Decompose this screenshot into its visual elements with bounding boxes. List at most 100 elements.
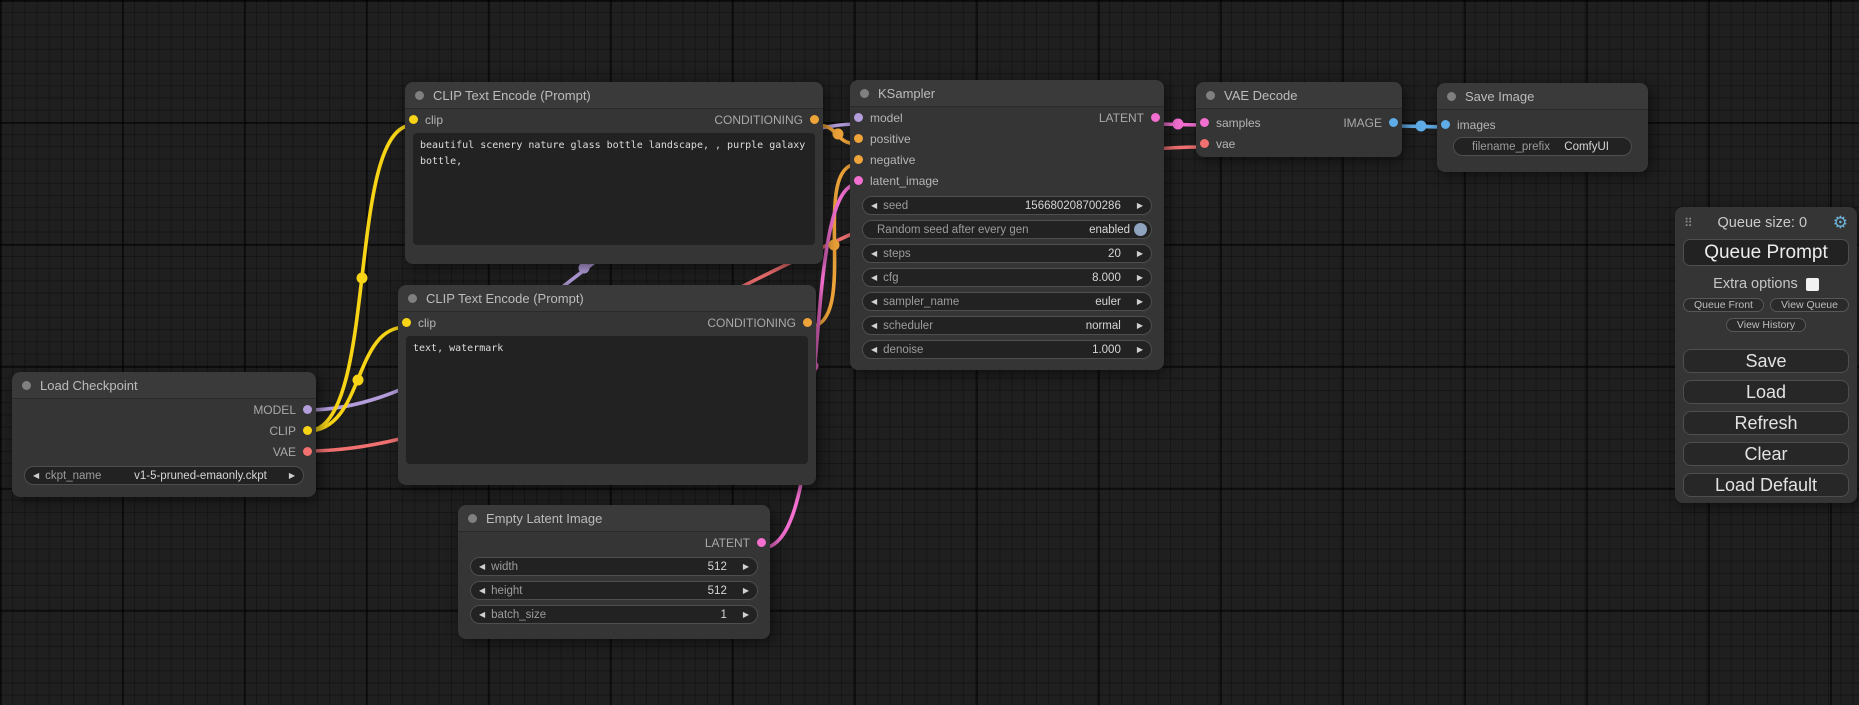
widget-scheduler[interactable]: ◀ scheduler normal ▶ xyxy=(862,316,1152,335)
node-header[interactable]: Save Image xyxy=(1437,83,1648,110)
model-output-dot[interactable] xyxy=(303,405,312,414)
model-input-dot[interactable] xyxy=(854,113,863,122)
view-history-button[interactable]: View History xyxy=(1726,318,1806,332)
widget-steps[interactable]: ◀ steps 20 ▶ xyxy=(862,244,1152,263)
node-header[interactable]: Load Checkpoint xyxy=(12,372,316,399)
latent-image-input-dot[interactable] xyxy=(854,176,863,185)
toggle-knob-icon[interactable] xyxy=(1134,223,1147,236)
decrement-arrow-icon[interactable]: ◀ xyxy=(479,611,485,619)
positive-input-dot[interactable] xyxy=(854,134,863,143)
increment-arrow-icon[interactable]: ▶ xyxy=(1137,346,1143,354)
node-ksampler[interactable]: KSampler model LATENT positive negative xyxy=(850,80,1164,370)
widget-height[interactable]: ◀ height 512 ▶ xyxy=(470,581,758,600)
collapse-dot-icon[interactable] xyxy=(860,89,869,98)
conditioning-output-dot[interactable] xyxy=(803,318,812,327)
collapse-dot-icon[interactable] xyxy=(408,294,417,303)
input-label: model xyxy=(870,111,903,125)
clip-input-dot[interactable] xyxy=(402,318,411,327)
widget-random-seed-toggle[interactable]: Random seed after every gen enabled xyxy=(862,220,1152,239)
prompt-textarea[interactable]: beautiful scenery nature glass bottle la… xyxy=(413,133,815,245)
node-title: VAE Decode xyxy=(1224,88,1297,103)
collapse-dot-icon[interactable] xyxy=(1206,91,1215,100)
node-header[interactable]: Empty Latent Image xyxy=(458,505,770,532)
refresh-button[interactable]: Refresh xyxy=(1683,411,1849,435)
extra-options-label: Extra options xyxy=(1713,276,1798,292)
link-midpoint-dot xyxy=(353,375,364,386)
decrement-arrow-icon[interactable]: ◀ xyxy=(871,322,877,330)
collapse-dot-icon[interactable] xyxy=(468,514,477,523)
input-label: samples xyxy=(1216,116,1261,130)
vae-input-dot[interactable] xyxy=(1200,139,1209,148)
widget-ckpt-name[interactable]: ◀ ckpt_name v1-5-pruned-emaonly.ckpt ▶ xyxy=(24,466,304,485)
prompt-textarea[interactable]: text, watermark xyxy=(406,336,808,464)
load-button[interactable]: Load xyxy=(1683,380,1849,404)
collapse-dot-icon[interactable] xyxy=(22,381,31,390)
latent-output-dot[interactable] xyxy=(757,538,766,547)
node-load-checkpoint[interactable]: Load Checkpoint MODEL CLIP VAE ◀ ckpt_na… xyxy=(12,372,316,497)
increment-arrow-icon[interactable]: ▶ xyxy=(1137,274,1143,282)
widget-value: enabled xyxy=(1089,224,1130,236)
input-label: vae xyxy=(1216,137,1235,151)
queue-prompt-button[interactable]: Queue Prompt xyxy=(1683,239,1849,266)
view-queue-button[interactable]: View Queue xyxy=(1770,298,1849,312)
widget-width[interactable]: ◀ width 512 ▶ xyxy=(470,557,758,576)
clip-output-dot[interactable] xyxy=(303,426,312,435)
widget-label: width xyxy=(491,561,518,573)
node-clip-text-encode-1[interactable]: CLIP Text Encode (Prompt) clip CONDITION… xyxy=(405,82,823,264)
increment-arrow-icon[interactable]: ▶ xyxy=(1137,202,1143,210)
widget-batch-size[interactable]: ◀ batch_size 1 ▶ xyxy=(470,605,758,624)
widget-value: 512 xyxy=(708,561,727,573)
settings-gear-icon[interactable]: ⚙ xyxy=(1833,214,1848,231)
node-title: KSampler xyxy=(878,86,935,101)
node-title: Empty Latent Image xyxy=(486,511,602,526)
increment-arrow-icon[interactable]: ▶ xyxy=(1137,298,1143,306)
conditioning-output-dot[interactable] xyxy=(810,115,819,124)
node-save-image[interactable]: Save Image images filename_prefix ComfyU… xyxy=(1437,83,1648,172)
decrement-arrow-icon[interactable]: ◀ xyxy=(33,472,39,480)
widget-seed[interactable]: ◀ seed 156680208700286 ▶ xyxy=(862,196,1152,215)
input-label: images xyxy=(1457,118,1496,132)
node-header[interactable]: KSampler xyxy=(850,80,1164,107)
decrement-arrow-icon[interactable]: ◀ xyxy=(871,274,877,282)
node-graph-canvas[interactable]: Load Checkpoint MODEL CLIP VAE ◀ ckpt_na… xyxy=(0,0,1859,705)
drag-handle-icon[interactable]: ⠿ xyxy=(1684,216,1692,230)
clip-input-dot[interactable] xyxy=(409,115,418,124)
samples-input-dot[interactable] xyxy=(1200,118,1209,127)
node-clip-text-encode-2[interactable]: CLIP Text Encode (Prompt) clip CONDITION… xyxy=(398,285,816,485)
collapse-dot-icon[interactable] xyxy=(415,91,424,100)
increment-arrow-icon[interactable]: ▶ xyxy=(743,587,749,595)
increment-arrow-icon[interactable]: ▶ xyxy=(289,472,295,480)
increment-arrow-icon[interactable]: ▶ xyxy=(743,611,749,619)
decrement-arrow-icon[interactable]: ◀ xyxy=(871,346,877,354)
extra-options-checkbox[interactable] xyxy=(1806,278,1819,291)
latent-output-dot[interactable] xyxy=(1151,113,1160,122)
decrement-arrow-icon[interactable]: ◀ xyxy=(871,250,877,258)
increment-arrow-icon[interactable]: ▶ xyxy=(1137,250,1143,258)
load-default-button[interactable]: Load Default xyxy=(1683,473,1849,497)
decrement-arrow-icon[interactable]: ◀ xyxy=(479,587,485,595)
decrement-arrow-icon[interactable]: ◀ xyxy=(871,202,877,210)
node-header[interactable]: CLIP Text Encode (Prompt) xyxy=(405,82,823,109)
save-button[interactable]: Save xyxy=(1683,349,1849,373)
images-input-dot[interactable] xyxy=(1441,120,1450,129)
decrement-arrow-icon[interactable]: ◀ xyxy=(479,563,485,571)
collapse-dot-icon[interactable] xyxy=(1447,92,1456,101)
node-empty-latent-image[interactable]: Empty Latent Image LATENT ◀ width 512 ▶ … xyxy=(458,505,770,639)
widget-denoise[interactable]: ◀ denoise 1.000 ▶ xyxy=(862,340,1152,359)
image-output-dot[interactable] xyxy=(1389,118,1398,127)
widget-label: cfg xyxy=(883,272,898,284)
increment-arrow-icon[interactable]: ▶ xyxy=(743,563,749,571)
vae-output-dot[interactable] xyxy=(303,447,312,456)
widget-cfg[interactable]: ◀ cfg 8.000 ▶ xyxy=(862,268,1152,287)
clear-button[interactable]: Clear xyxy=(1683,442,1849,466)
widget-filename-prefix[interactable]: filename_prefix ComfyUI xyxy=(1453,137,1632,156)
negative-input-dot[interactable] xyxy=(854,155,863,164)
decrement-arrow-icon[interactable]: ◀ xyxy=(871,298,877,306)
node-vae-decode[interactable]: VAE Decode samples IMAGE vae xyxy=(1196,82,1402,157)
node-header[interactable]: CLIP Text Encode (Prompt) xyxy=(398,285,816,312)
widget-sampler-name[interactable]: ◀ sampler_name euler ▶ xyxy=(862,292,1152,311)
node-header[interactable]: VAE Decode xyxy=(1196,82,1402,109)
widget-value: 1 xyxy=(720,609,726,621)
increment-arrow-icon[interactable]: ▶ xyxy=(1137,322,1143,330)
queue-front-button[interactable]: Queue Front xyxy=(1683,298,1764,312)
